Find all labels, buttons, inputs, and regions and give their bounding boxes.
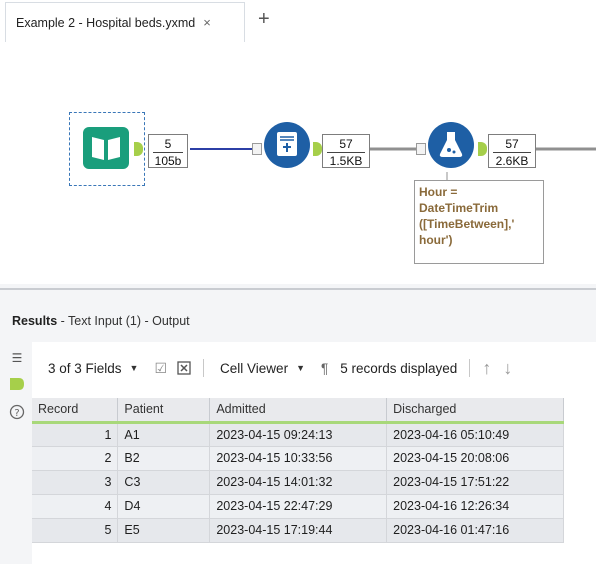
record-cell[interactable]: 4 <box>32 494 119 519</box>
admitted-cell[interactable]: 2023-04-15 09:24:13 <box>209 422 388 447</box>
admitted-cell[interactable]: 2023-04-15 17:19:44 <box>209 518 388 543</box>
record-cell[interactable]: 2 <box>32 446 119 471</box>
results-header: Results - Text Input (1) - Output <box>0 296 596 342</box>
patient-cell[interactable]: A1 <box>117 422 211 447</box>
admitted-cell[interactable]: 2023-04-15 10:33:56 <box>209 446 388 471</box>
discharged-cell[interactable]: 2023-04-15 20:08:06 <box>386 446 564 471</box>
add-tab-icon[interactable]: + <box>258 9 270 29</box>
record-cell[interactable]: 5 <box>32 518 119 543</box>
discharged-cell[interactable]: 2023-04-16 01:47:16 <box>386 518 564 543</box>
patient-cell[interactable]: E5 <box>117 518 211 543</box>
svg-text:?: ? <box>14 408 19 419</box>
pilcrow-icon[interactable]: ¶ <box>321 361 328 376</box>
record-cell[interactable]: 1 <box>32 422 119 447</box>
tab-workflow[interactable]: Example 2 - Hospital beds.yxmd × <box>5 2 245 42</box>
discharged-cell[interactable]: 2023-04-16 12:26:34 <box>386 494 564 519</box>
patient-cell[interactable]: C3 <box>117 470 211 495</box>
discharged-cell[interactable]: 2023-04-16 05:10:49 <box>386 422 564 447</box>
chevron-down-icon: ▼ <box>129 363 139 373</box>
table-row[interactable]: 1 A1 2023-04-15 09:24:13 2023-04-16 05:1… <box>32 422 564 447</box>
data-anchor-icon[interactable] <box>9 376 25 392</box>
results-sidebar: ☰ ? <box>0 342 32 564</box>
column-header-admitted[interactable]: Admitted <box>209 398 388 424</box>
column-header-patient[interactable]: Patient <box>117 398 211 424</box>
arrow-up-icon[interactable]: ↑ <box>482 358 491 379</box>
pane-splitter[interactable] <box>0 284 596 296</box>
discharged-cell[interactable]: 2023-04-15 17:51:22 <box>386 470 564 495</box>
tab-bar: Example 2 - Hospital beds.yxmd × + <box>0 0 596 42</box>
fields-dropdown[interactable]: 3 of 3 Fields ▼ <box>48 361 138 376</box>
record-cell[interactable]: 3 <box>32 470 119 495</box>
separator <box>469 359 471 377</box>
input-anchor[interactable] <box>416 143 426 155</box>
input-anchor[interactable] <box>252 143 262 155</box>
patient-cell[interactable]: B2 <box>117 446 211 471</box>
column-header-record[interactable]: Record <box>32 398 119 424</box>
record-count-badge: 57 2.6KB <box>488 134 536 168</box>
deselect-icon[interactable] <box>177 361 191 375</box>
column-header-discharged[interactable]: Discharged <box>386 398 564 424</box>
list-icon[interactable]: ☰ <box>9 350 25 366</box>
records-count: 5 records displayed <box>340 360 458 376</box>
table-row[interactable]: 3 C3 2023-04-15 14:01:32 2023-04-15 17:5… <box>32 470 564 495</box>
results-grid: Record Patient Admitted Discharged 1 A1 … <box>32 398 564 543</box>
formula-tool-icon[interactable] <box>428 122 474 168</box>
cell-viewer-dropdown[interactable]: Cell Viewer ▼ <box>220 361 305 376</box>
admitted-cell[interactable]: 2023-04-15 22:47:29 <box>209 494 388 519</box>
text-input-tool-icon[interactable] <box>83 127 129 169</box>
close-icon[interactable]: × <box>203 15 211 30</box>
table-row[interactable]: 2 B2 2023-04-15 10:33:56 2023-04-15 20:0… <box>32 446 564 471</box>
table-row[interactable]: 4 D4 2023-04-15 22:47:29 2023-04-16 12:2… <box>32 494 564 519</box>
results-toolbar: 3 of 3 Fields ▼ ☑ Cell Viewer ▼ ¶ 5 record… <box>32 342 596 394</box>
patient-cell[interactable]: D4 <box>117 494 211 519</box>
record-count-badge: 57 1.5KB <box>322 134 370 168</box>
results-title: Results - Text Input (1) - Output <box>12 314 190 328</box>
arrow-down-icon[interactable]: ↓ <box>503 358 512 379</box>
summarize-tool-icon[interactable] <box>264 122 310 168</box>
separator <box>203 359 205 377</box>
record-count-badge: 5 105b <box>148 134 188 168</box>
tab-title: Example 2 - Hospital beds.yxmd <box>16 15 196 30</box>
admitted-cell[interactable]: 2023-04-15 14:01:32 <box>209 470 388 495</box>
formula-annotation[interactable]: Hour = DateTimeTrim ([TimeBetween],' hou… <box>414 180 544 264</box>
workflow-canvas[interactable]: 5 105b 57 1.5KB 57 2.6KB Hour = DateTime… <box>0 42 596 282</box>
help-icon[interactable]: ? <box>9 404 25 420</box>
chevron-down-icon: ▼ <box>296 363 305 373</box>
table-row[interactable]: 5 E5 2023-04-15 17:19:44 2023-04-16 01:4… <box>32 518 564 543</box>
checkbox-icon[interactable]: ☑ <box>154 360 167 377</box>
